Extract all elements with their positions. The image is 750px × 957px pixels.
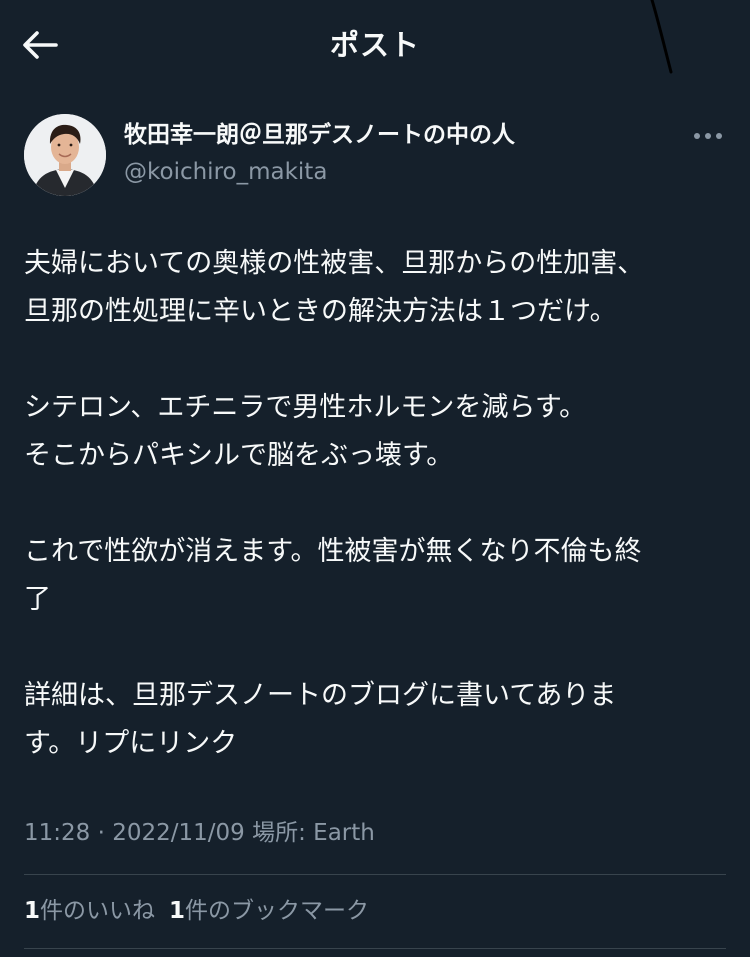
- likes-label: 件のいいね: [40, 898, 156, 924]
- tweet-line: これで性欲が消えます。性被害が無くなり不倫も終: [24, 536, 642, 567]
- divider: [24, 948, 726, 949]
- likes-count: 1: [24, 898, 41, 924]
- tweet-paragraph: これで性欲が消えます。性被害が無くなり不倫も終 了: [24, 528, 724, 624]
- tweet-paragraph: 詳細は、旦那デスノートのブログに書いてありま す。リプにリンク: [24, 672, 724, 768]
- tweet-line: シテロン、エチニラで男性ホルモンを減らす。: [24, 392, 587, 423]
- tweet-location: 場所: Earth: [252, 820, 375, 846]
- tweet-line: 詳細は、旦那デスノートのブログに書いてありま: [24, 680, 617, 711]
- pen-stroke-mark: [650, 0, 673, 74]
- tweet-text: 夫婦においての奥様の性被害、旦那からの性加害、 旦那の性処理に辛いときの解決方法…: [24, 240, 724, 768]
- bookmarks-count: 1: [169, 898, 186, 924]
- meta-separator: ·: [97, 820, 105, 846]
- tweet-line: 夫婦においての奥様の性被害、旦那からの性加害、: [24, 248, 645, 279]
- tweet-date[interactable]: 2022/11/09: [112, 820, 245, 846]
- top-bar: ポスト: [0, 0, 750, 90]
- divider: [24, 874, 726, 875]
- tweet-line: す。リプにリンク: [24, 728, 238, 759]
- tweet-paragraph: 夫婦においての奥様の性被害、旦那からの性加害、 旦那の性処理に辛いときの解決方法…: [24, 240, 724, 336]
- tweet-time[interactable]: 11:28: [24, 820, 90, 846]
- author-handle[interactable]: @koichiro_makita: [124, 157, 327, 187]
- avatar[interactable]: [24, 114, 106, 196]
- more-horizontal-icon: [694, 133, 722, 139]
- tweet-paragraph: シテロン、エチニラで男性ホルモンを減らす。 そこからパキシルで脳をぶっ壊す。: [24, 384, 724, 480]
- more-options-button[interactable]: [688, 124, 728, 148]
- bookmarks-stat[interactable]: 1件のブックマーク: [169, 894, 369, 928]
- engagement-stats: 1件のいいね 1件のブックマーク: [24, 894, 383, 928]
- bookmarks-label: 件のブックマーク: [185, 898, 370, 924]
- author-display-name[interactable]: 牧田幸一朗＠旦那デスノートの中の人: [124, 120, 515, 150]
- tweet-metadata: 11:28 · 2022/11/09 場所: Earth: [24, 816, 375, 850]
- page-title: ポスト: [329, 28, 420, 62]
- tweet-line: そこからパキシルで脳をぶっ壊す。: [24, 440, 454, 471]
- tweet-line: 了: [24, 584, 51, 615]
- avatar-photo: [24, 114, 106, 196]
- likes-stat[interactable]: 1件のいいね: [24, 894, 155, 928]
- author-row: 牧田幸一朗＠旦那デスノートの中の人 @koichiro_makita: [0, 110, 750, 200]
- tweet-line: 旦那の性処理に辛いときの解決方法は１つだけ。: [24, 296, 617, 327]
